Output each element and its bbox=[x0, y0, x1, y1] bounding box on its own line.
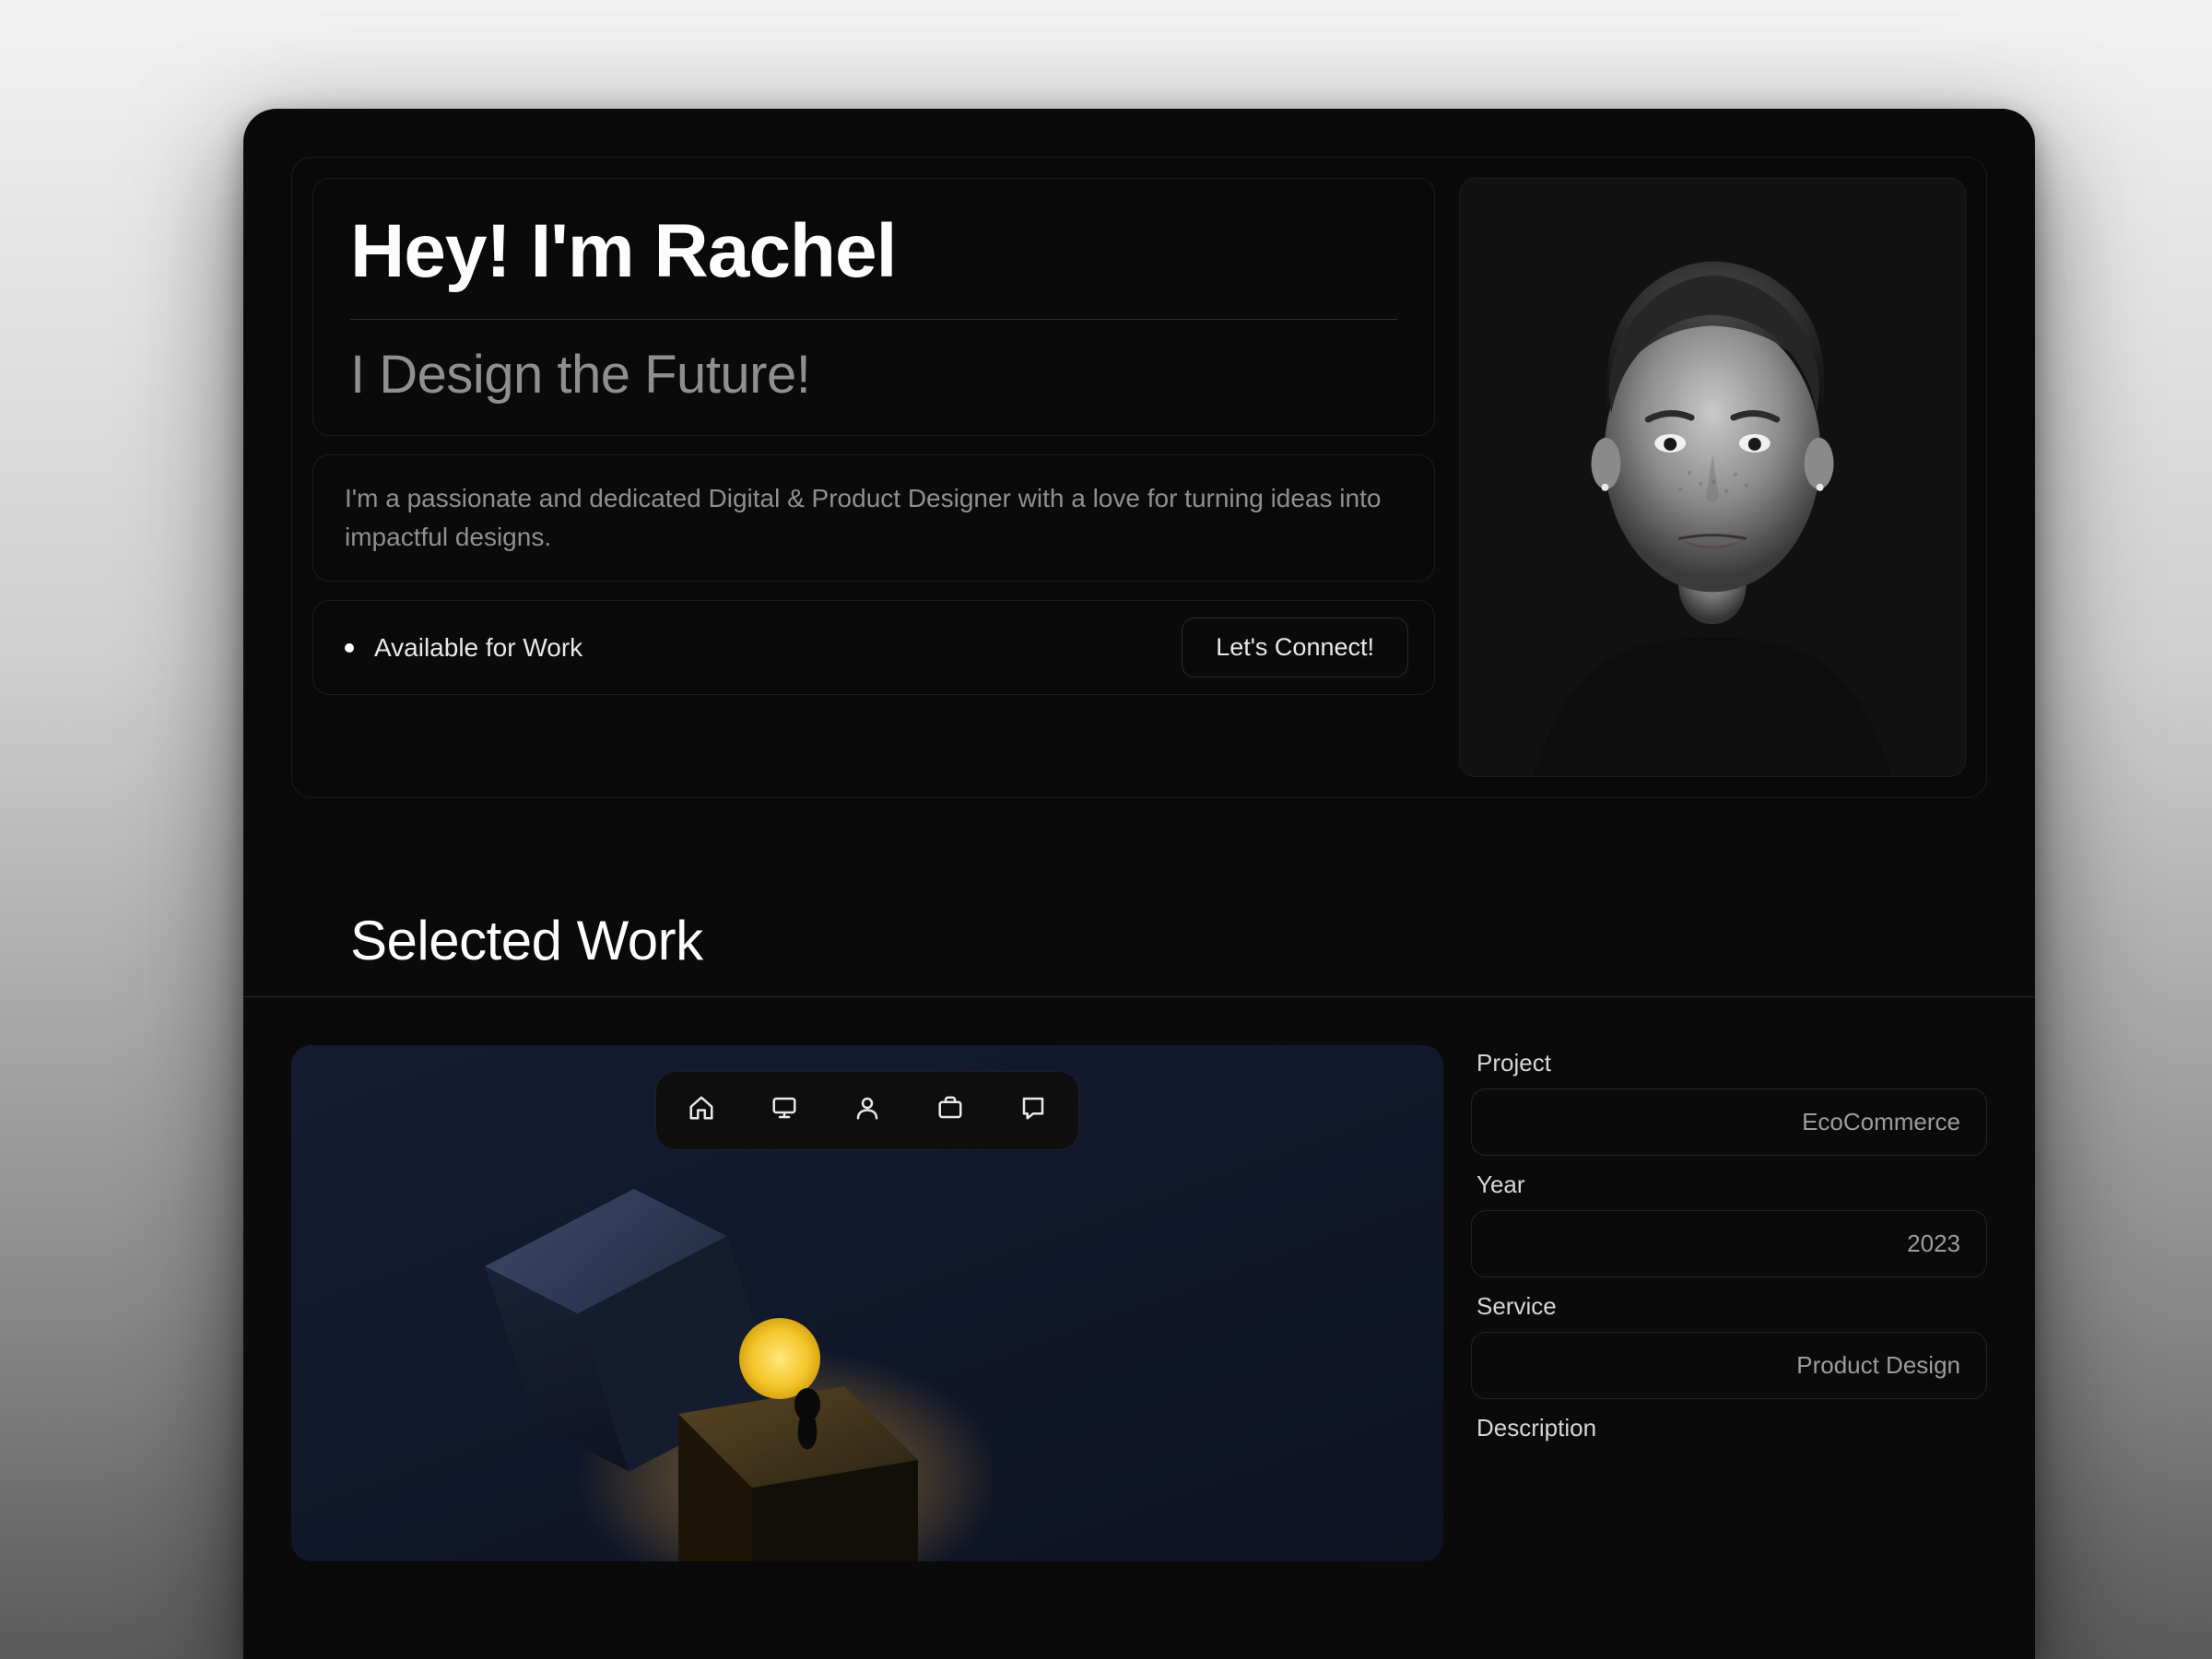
meta-value-project: EcoCommerce bbox=[1471, 1088, 1987, 1156]
work-meta: Project EcoCommerce Year 2023 Service Pr… bbox=[1471, 1045, 1987, 1561]
nav-home[interactable] bbox=[664, 1087, 739, 1135]
selected-work-title: Selected Work bbox=[350, 909, 1987, 972]
work-3d-scene bbox=[347, 1174, 992, 1561]
meta-label-description: Description bbox=[1471, 1414, 1987, 1442]
nav-services[interactable] bbox=[912, 1087, 988, 1135]
nav-about[interactable] bbox=[830, 1087, 905, 1135]
meta-label-service: Service bbox=[1471, 1292, 1987, 1321]
availability-status: Available for Work bbox=[345, 633, 582, 663]
nav-contact[interactable] bbox=[995, 1087, 1071, 1135]
meta-value-service: Product Design bbox=[1471, 1332, 1987, 1399]
meta-label-project: Project bbox=[1471, 1049, 1987, 1077]
user-icon bbox=[853, 1094, 881, 1126]
briefcase-icon bbox=[936, 1094, 964, 1126]
work-image bbox=[291, 1045, 1443, 1561]
hero-cta-row: Available for Work Let's Connect! bbox=[312, 600, 1435, 695]
portrait-illustration bbox=[1460, 179, 1965, 776]
hero-title: Hey! I'm Rachel bbox=[350, 212, 1397, 291]
hero-portrait bbox=[1459, 178, 1966, 777]
hero-subtitle: I Design the Future! bbox=[350, 344, 1397, 406]
floating-nav bbox=[655, 1071, 1079, 1150]
hero-section: Hey! I'm Rachel I Design the Future! I'm… bbox=[291, 157, 1987, 798]
device-frame: Hey! I'm Rachel I Design the Future! I'm… bbox=[243, 109, 2035, 1659]
hero-bio: I'm a passionate and dedicated Digital &… bbox=[312, 454, 1435, 582]
availability-label: Available for Work bbox=[374, 633, 582, 663]
home-icon bbox=[688, 1094, 715, 1126]
hero-headline-card: Hey! I'm Rachel I Design the Future! bbox=[312, 178, 1435, 436]
meta-value-year: 2023 bbox=[1471, 1210, 1987, 1277]
work-row: Project EcoCommerce Year 2023 Service Pr… bbox=[291, 1045, 1987, 1561]
hero-divider bbox=[350, 319, 1397, 320]
message-icon bbox=[1019, 1094, 1047, 1126]
meta-label-year: Year bbox=[1471, 1171, 1987, 1199]
nav-work[interactable] bbox=[747, 1087, 822, 1135]
hero-left-column: Hey! I'm Rachel I Design the Future! I'm… bbox=[312, 178, 1435, 777]
section-divider bbox=[243, 996, 2035, 997]
availability-dot-icon bbox=[345, 643, 354, 653]
connect-button[interactable]: Let's Connect! bbox=[1182, 618, 1408, 677]
monitor-icon bbox=[771, 1094, 798, 1126]
